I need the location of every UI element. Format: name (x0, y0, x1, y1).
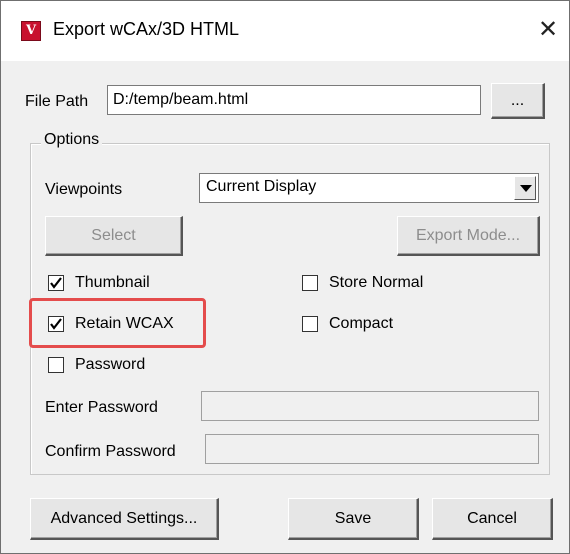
enter-password-field[interactable] (201, 391, 539, 421)
compact-label: Compact (329, 315, 394, 332)
cancel-button[interactable]: Cancel (432, 498, 553, 540)
thumbnail-checkbox[interactable] (48, 275, 64, 291)
window-title: Export wCAx/3D HTML (53, 19, 240, 39)
confirm-password-field[interactable] (205, 434, 539, 464)
chevron-down-icon[interactable] (514, 176, 536, 200)
confirm-password-label: Confirm Password (45, 443, 176, 460)
compact-checkbox[interactable] (302, 316, 318, 332)
app-logo-icon: V (21, 21, 41, 41)
password-label: Password (75, 356, 146, 373)
retain-wcax-checkbox[interactable] (48, 316, 64, 332)
save-button[interactable]: Save (288, 498, 419, 540)
viewpoints-select[interactable]: Current Display (199, 173, 539, 203)
close-button[interactable]: ✕ (531, 13, 565, 47)
retain-wcax-label: Retain WCAX (75, 315, 174, 332)
viewpoints-selected-value: Current Display (206, 178, 317, 195)
enter-password-label: Enter Password (45, 399, 158, 416)
store-normal-label: Store Normal (329, 274, 424, 291)
export-mode-button[interactable]: Export Mode... (397, 216, 540, 256)
store-normal-checkbox[interactable] (302, 275, 318, 291)
select-button[interactable]: Select (45, 216, 183, 256)
viewpoints-label: Viewpoints (45, 181, 123, 198)
file-path-input[interactable]: D:/temp/beam.html (107, 85, 481, 115)
password-checkbox[interactable] (48, 357, 64, 373)
title-bar: V Export wCAx/3D HTML ✕ (1, 1, 569, 61)
advanced-settings-button[interactable]: Advanced Settings... (30, 498, 219, 540)
options-group-title: Options (41, 131, 103, 149)
thumbnail-label: Thumbnail (75, 274, 150, 291)
checkmark-icon (50, 318, 62, 330)
browse-button[interactable]: ... (491, 83, 545, 119)
export-dialog: V Export wCAx/3D HTML ✕ File Path D:/tem… (0, 0, 570, 554)
checkmark-icon (50, 277, 62, 289)
file-path-label: File Path (25, 93, 89, 110)
